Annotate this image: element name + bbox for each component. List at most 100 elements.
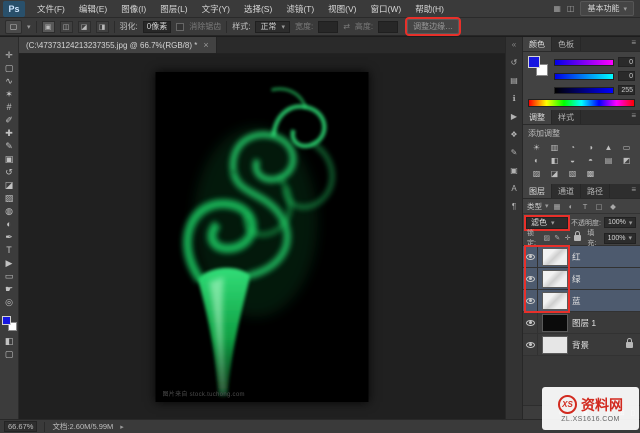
visibility-toggle[interactable]	[523, 290, 538, 311]
layer-row-red[interactable]: 红	[523, 246, 640, 268]
swap-dimensions-icon[interactable]: ⇄	[343, 22, 350, 31]
tool-preset-caret-icon[interactable]: ▾	[27, 23, 31, 31]
menu-image[interactable]: 图像(I)	[114, 0, 153, 18]
filter-type-label[interactable]: 类型	[527, 201, 542, 212]
brightness-contrast-icon[interactable]: ☀	[528, 142, 545, 154]
arrange-documents-icon[interactable]: ◫	[567, 4, 575, 13]
black-white-icon[interactable]: ◧	[546, 155, 563, 167]
menu-file[interactable]: 文件(F)	[30, 0, 72, 18]
gradient-map-icon[interactable]: ▧	[564, 168, 581, 180]
filter-smart-object-icon[interactable]: ◆	[608, 202, 619, 211]
selection-intersect-icon[interactable]: ◨	[96, 21, 109, 33]
tool-blur[interactable]: ◍	[1, 205, 18, 218]
tool-move[interactable]: ✛	[1, 49, 18, 62]
actions-panel-icon[interactable]: ▶	[508, 111, 521, 123]
color-balance-icon[interactable]: ◐	[528, 155, 545, 167]
tab-color[interactable]: 颜色	[523, 37, 552, 51]
layer-name[interactable]: 图层 1	[572, 317, 596, 329]
menu-layer[interactable]: 图层(L)	[153, 0, 194, 18]
menu-type[interactable]: 文字(Y)	[195, 0, 237, 18]
foreground-color-swatch[interactable]	[2, 316, 11, 325]
menu-window[interactable]: 窗口(W)	[364, 0, 409, 18]
style-select[interactable]: 正常 ▾	[255, 21, 290, 33]
filter-adjustment-icon[interactable]: ◐	[566, 202, 577, 211]
curves-icon[interactable]: ◔	[564, 142, 581, 154]
tab-swatches[interactable]: 色板	[552, 37, 581, 51]
refine-edge-button[interactable]: 调整边缘…	[407, 19, 459, 34]
blue-channel-slider[interactable]	[554, 87, 614, 94]
tab-channels[interactable]: 通道	[552, 184, 581, 198]
canvas-pasteboard[interactable]: 图片来自 stock.tuchong.com	[19, 54, 505, 419]
visibility-toggle[interactable]	[523, 334, 538, 355]
width-input[interactable]	[318, 21, 338, 33]
tab-styles[interactable]: 样式	[552, 110, 581, 124]
layer-thumbnail[interactable]	[542, 336, 568, 354]
menu-select[interactable]: 选择(S)	[237, 0, 279, 18]
invert-icon[interactable]: ◩	[618, 155, 635, 167]
zoom-level-field[interactable]: 66.67%	[4, 421, 37, 432]
layer-name[interactable]: 绿	[572, 273, 581, 285]
lock-all-icon[interactable]	[574, 235, 581, 241]
tool-magic-wand[interactable]: ✶	[1, 88, 18, 101]
layer-row-blue[interactable]: 蓝	[523, 290, 640, 312]
red-channel-value[interactable]: 0	[618, 57, 635, 67]
visibility-toggle[interactable]	[523, 312, 538, 333]
panel-menu-icon[interactable]: ≡	[627, 184, 640, 198]
layer-name[interactable]: 蓝	[572, 295, 581, 307]
filter-type-icon[interactable]: T	[580, 202, 591, 211]
menu-filter[interactable]: 滤镜(T)	[279, 0, 321, 18]
layer-thumbnail[interactable]	[542, 292, 568, 310]
tool-hand[interactable]: ☛	[1, 283, 18, 296]
color-swatches[interactable]	[2, 316, 17, 331]
tool-shape[interactable]: ▭	[1, 270, 18, 283]
workspace-grid-icon[interactable]: ▦	[553, 4, 561, 13]
exposure-icon[interactable]: ◑	[582, 142, 599, 154]
selection-add-icon[interactable]: ◫	[60, 21, 73, 33]
hue-saturation-icon[interactable]: ▭	[618, 142, 635, 154]
height-input[interactable]	[378, 21, 398, 33]
current-tool-icon[interactable]: ▢	[5, 20, 22, 34]
expand-panels-icon[interactable]: «	[512, 40, 516, 49]
foreground-color-swatch[interactable]	[528, 56, 540, 68]
layer-thumbnail[interactable]	[542, 314, 568, 332]
layer-row-layer1[interactable]: 图层 1	[523, 312, 640, 334]
brush-presets-panel-icon[interactable]: ✎	[508, 147, 521, 159]
tab-adjustments[interactable]: 调整	[523, 110, 552, 124]
info-panel-icon[interactable]: ℹ	[508, 93, 521, 105]
navigator-panel-icon[interactable]: ❖	[508, 129, 521, 141]
tab-layers[interactable]: 图层	[523, 184, 552, 198]
tool-clone-stamp[interactable]: ▣	[1, 153, 18, 166]
color-lookup-icon[interactable]: ▤	[600, 155, 617, 167]
levels-icon[interactable]: ▥	[546, 142, 563, 154]
status-options-caret-icon[interactable]: ▸	[120, 423, 124, 431]
green-channel-slider[interactable]	[554, 73, 614, 80]
tool-path-selection[interactable]: ▶	[1, 257, 18, 270]
visibility-toggle[interactable]	[523, 268, 538, 289]
fill-select[interactable]: 100% ▾	[604, 233, 636, 244]
menu-view[interactable]: 视图(V)	[321, 0, 363, 18]
blend-mode-select[interactable]: 滤色 ▾	[526, 217, 568, 229]
tool-type[interactable]: T	[1, 244, 18, 257]
tool-brush[interactable]: ✎	[1, 140, 18, 153]
tool-rectangular-marquee[interactable]: ▢	[1, 62, 18, 75]
close-icon[interactable]: ×	[203, 40, 208, 50]
visibility-toggle[interactable]	[523, 246, 538, 267]
panel-menu-icon[interactable]: ≡	[627, 110, 640, 124]
tool-lasso[interactable]: ∿	[1, 75, 18, 88]
history-panel-icon[interactable]: ↺	[508, 57, 521, 69]
quick-mask-icon[interactable]: ◧	[1, 335, 18, 348]
channel-mixer-icon[interactable]: ◓	[582, 155, 599, 167]
chevron-down-icon[interactable]: ▾	[545, 202, 549, 210]
layer-row-green[interactable]: 绿	[523, 268, 640, 290]
workspace-switcher-button[interactable]: 基本功能 ▾	[580, 1, 634, 16]
green-channel-value[interactable]: 0	[618, 71, 635, 81]
photo-filter-icon[interactable]: ◒	[564, 155, 581, 167]
filter-pixel-icon[interactable]: ▦	[552, 202, 563, 211]
tool-zoom[interactable]: ◎	[1, 296, 18, 309]
color-panel-swatches[interactable]	[528, 56, 548, 76]
color-spectrum-bar[interactable]	[528, 99, 635, 107]
vibrance-icon[interactable]: ▲	[600, 142, 617, 154]
tool-eyedropper[interactable]: ✐	[1, 114, 18, 127]
tool-pen[interactable]: ✒	[1, 231, 18, 244]
menu-help[interactable]: 帮助(H)	[408, 0, 451, 18]
